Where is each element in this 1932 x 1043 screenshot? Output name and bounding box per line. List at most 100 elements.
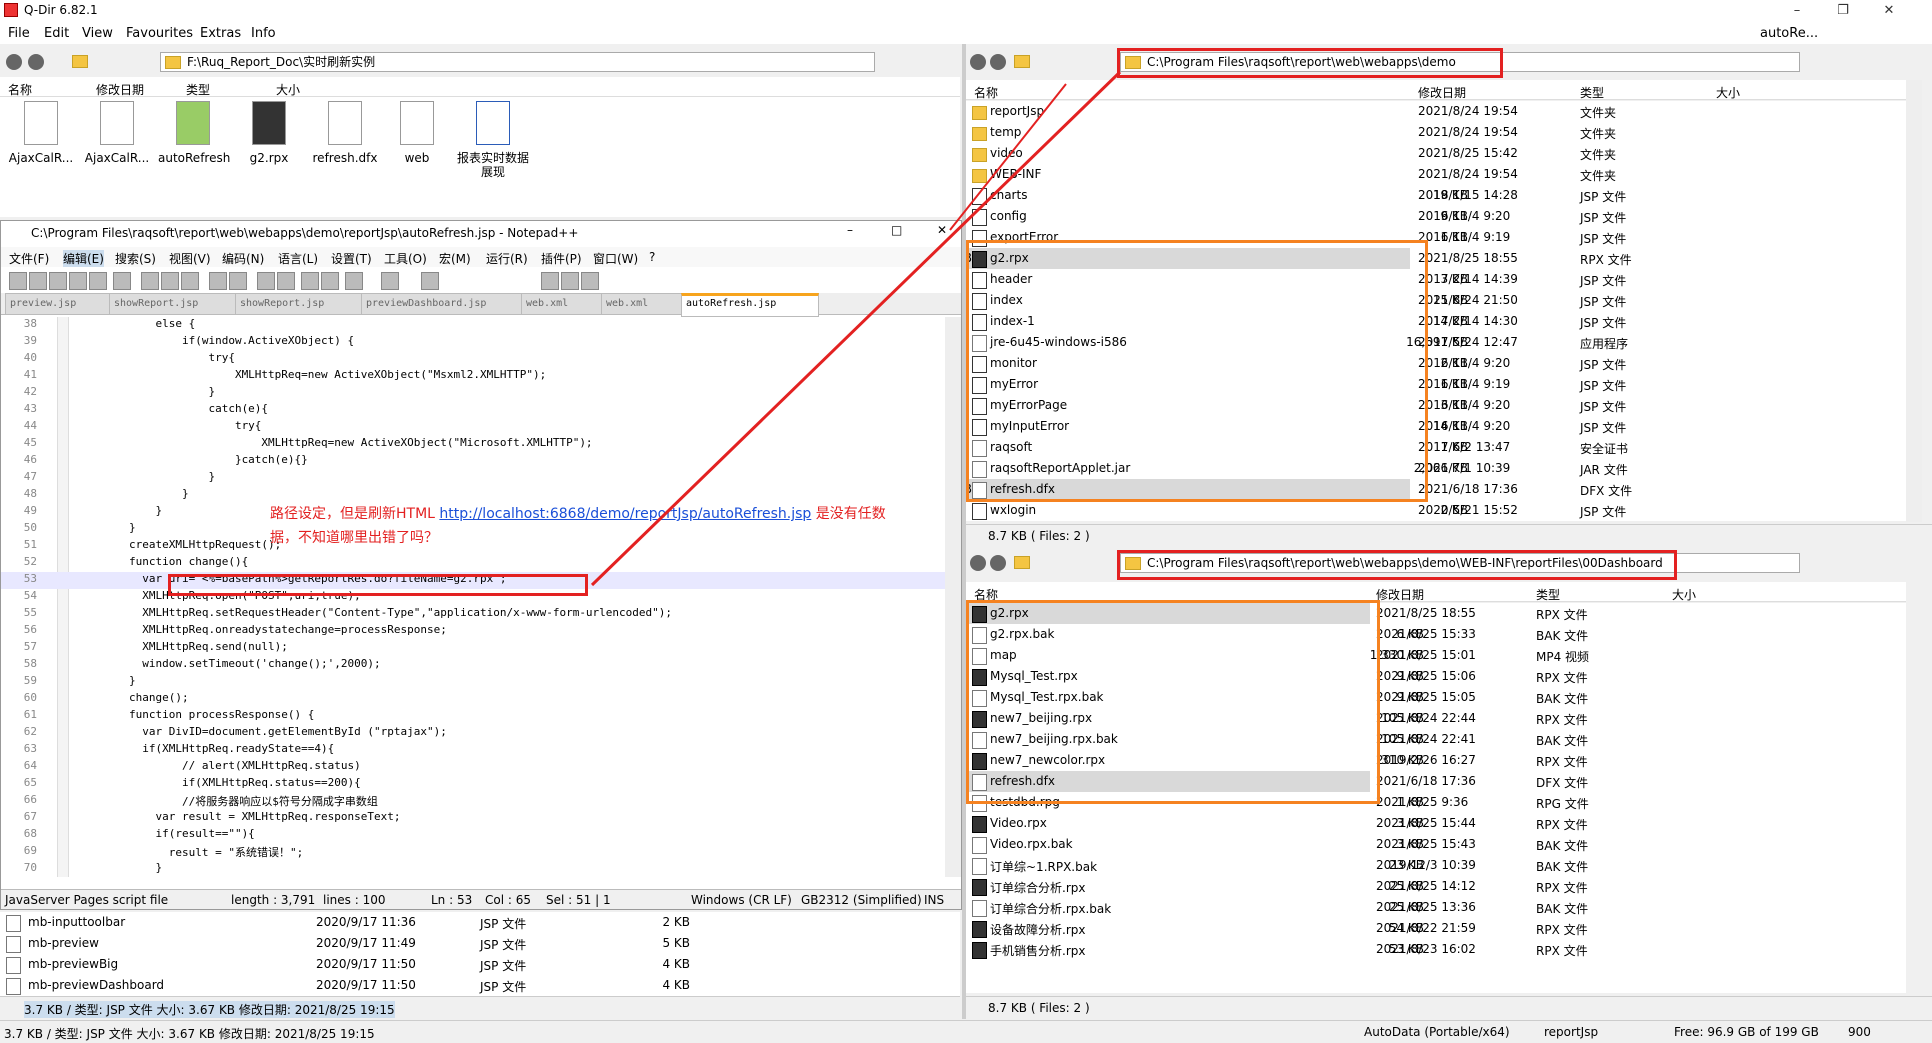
zoom-out-icon[interactable] (321, 272, 339, 290)
icon-item[interactable]: AjaxCalR... (82, 97, 152, 197)
code-line[interactable]: 39 if(window.ActiveXObject) { (1, 334, 945, 351)
col-name[interactable]: 名称 (8, 81, 32, 98)
np-menu[interactable]: 语言(L) (278, 250, 318, 267)
col-date[interactable]: 修改日期 (1376, 586, 1424, 603)
menu-file[interactable]: File (8, 26, 30, 41)
close-button[interactable]: ✕ (1866, 0, 1912, 22)
tab-showreport-2[interactable]: showReport.jsp (235, 293, 371, 315)
code-line[interactable]: 68 if(result==""){ (1, 827, 945, 844)
back-icon[interactable] (970, 54, 986, 70)
annotation-link[interactable]: http://localhost:6868/demo/reportJsp/aut… (439, 506, 811, 522)
tab-webxml-2[interactable]: web.xml (601, 293, 691, 315)
code-line[interactable]: 44 try{ (1, 419, 945, 436)
top-right-label[interactable]: autoRe... (1760, 26, 1818, 41)
code-line[interactable]: 46 }catch(e){} (1, 453, 945, 470)
icon-item[interactable]: AjaxCalR... (6, 97, 76, 197)
col-size[interactable]: 大小 (276, 81, 300, 98)
code-line[interactable]: 41 XMLHttpReq=new ActiveXObject("Msxml2.… (1, 368, 945, 385)
code-line[interactable]: 58 window.setTimeout('change();',2000); (1, 657, 945, 674)
col-type[interactable]: 类型 (186, 81, 210, 98)
np-menu[interactable]: ? (649, 250, 655, 264)
list-item[interactable]: WEB-INF 2021/8/24 19:54 文件夹 (966, 164, 1906, 185)
code-line[interactable]: 63 if(XMLHttpReq.readyState==4){ (1, 742, 945, 759)
save-all-icon[interactable] (69, 272, 87, 290)
list-item[interactable]: config 2016/11/4 9:20 JSP 文件 9 KB (966, 206, 1906, 227)
code-line[interactable]: 56 XMLHttpReq.onreadystatechange=process… (1, 623, 945, 640)
np-close-button[interactable]: ✕ (937, 223, 947, 237)
code-line[interactable]: 47 } (1, 470, 945, 487)
np-menu[interactable]: 运行(R) (486, 250, 528, 267)
np-menu[interactable]: 搜索(S) (115, 250, 156, 267)
code-line[interactable]: 57 XMLHttpReq.send(null); (1, 640, 945, 657)
code-line[interactable]: 43 catch(e){ (1, 402, 945, 419)
folder-up-icon[interactable] (1014, 55, 1030, 68)
icon-item[interactable]: web (382, 97, 452, 197)
np-menu[interactable]: 工具(O) (384, 250, 427, 267)
left-path-input[interactable]: F:\Ruq_Report_Doc\实时刷新实例 (160, 52, 875, 72)
list-item[interactable]: mb-previewDashboard 2020/9/17 11:50 JSP 文件… (0, 975, 960, 996)
code-line[interactable]: 69 result = "系统错误！"; (1, 844, 945, 861)
list-item[interactable]: Video.rpx.bak 2021/8/25 15:43 BAK 文件 3 KB (966, 834, 1906, 855)
code-line[interactable]: 52 function change(){ (1, 555, 945, 572)
np-menu[interactable]: 窗口(W) (593, 250, 638, 267)
np-maximize-button[interactable]: □ (891, 223, 902, 237)
tab-showreport[interactable]: showReport.jsp (109, 293, 245, 315)
col-type[interactable]: 类型 (1536, 586, 1560, 603)
list-item[interactable]: mb-preview 2020/9/17 11:49 JSP 文件 5 KB (0, 933, 960, 954)
undo-icon[interactable] (209, 272, 227, 290)
tab-preview[interactable]: preview.jsp (5, 293, 119, 315)
sync-icon[interactable] (345, 272, 363, 290)
icon-item[interactable]: autoRefresh (158, 97, 230, 197)
list-item[interactable]: mb-previewBig 2020/9/17 11:50 JSP 文件 4 KB (0, 954, 960, 975)
code-line[interactable]: 62 var DivID=document.getElementById ("r… (1, 725, 945, 742)
code-line[interactable]: 65 if(XMLHttpReq.status==200){ (1, 776, 945, 793)
right-top-scrollbar[interactable] (1906, 80, 1922, 522)
zoom-in-icon[interactable] (301, 272, 319, 290)
code-line[interactable]: 45 XMLHttpReq=new ActiveXObject("Microso… (1, 436, 945, 453)
play-icon[interactable] (581, 272, 599, 290)
code-line[interactable]: 59 } (1, 674, 945, 691)
replace-icon[interactable] (277, 272, 295, 290)
list-item[interactable]: reportJsp 2021/8/24 19:54 文件夹 (966, 101, 1906, 122)
restore-button[interactable]: ❐ (1820, 0, 1866, 22)
tab-autorefresh[interactable]: autoRefresh.jsp (681, 293, 819, 317)
np-menu[interactable]: 文件(F) (9, 250, 49, 267)
icon-item[interactable]: 报表实时数据展现 (456, 97, 530, 197)
icon-item[interactable]: refresh.dfx (310, 97, 380, 197)
menu-favourites[interactable]: Favourites (126, 26, 193, 41)
indent-icon[interactable] (421, 272, 439, 290)
code-line[interactable]: 61 function processResponse() { (1, 708, 945, 725)
list-item[interactable]: mb-inputtoolbar 2020/9/17 11:36 JSP 文件 2 KB (0, 912, 960, 933)
col-date[interactable]: 修改日期 (96, 81, 144, 98)
code-line[interactable]: 70 } (1, 861, 945, 877)
stop-icon[interactable] (561, 272, 579, 290)
cut-icon[interactable] (141, 272, 159, 290)
code-line[interactable]: 42 } (1, 385, 945, 402)
list-item[interactable]: charts 2018/1/15 14:28 JSP 文件 19 KB (966, 185, 1906, 206)
tab-previewdashboard[interactable]: previewDashboard.jsp (361, 293, 531, 315)
code-line[interactable]: 64 // alert(XMLHttpReq.status) (1, 759, 945, 776)
np-menu[interactable]: 宏(M) (439, 250, 471, 267)
code-line[interactable]: 60 change(); (1, 691, 945, 708)
np-menu[interactable]: 编辑(E) (63, 250, 104, 267)
forward-icon[interactable] (28, 54, 44, 70)
list-item[interactable]: temp 2021/8/24 19:54 文件夹 (966, 122, 1906, 143)
col-name[interactable]: 名称 (974, 84, 998, 101)
code-line[interactable]: 40 try{ (1, 351, 945, 368)
copy-icon[interactable] (161, 272, 179, 290)
list-item[interactable]: Video.rpx 2021/8/25 15:44 RPX 文件 3 KB (966, 813, 1906, 834)
code-line[interactable]: 66 //将服务器响应以$符号分隔成字串数组 (1, 793, 945, 810)
close-doc-icon[interactable] (89, 272, 107, 290)
folder-up-icon[interactable] (72, 55, 88, 68)
open-icon[interactable] (29, 272, 47, 290)
np-menu[interactable]: 设置(T) (331, 250, 372, 267)
back-icon[interactable] (6, 54, 22, 70)
record-icon[interactable] (541, 272, 559, 290)
list-item[interactable]: 订单综合分析.rpx 2021/8/25 14:12 RPX 文件 25 KB (966, 876, 1906, 897)
list-item[interactable]: 手机销售分析.rpx 2021/8/23 16:02 RPX 文件 53 KB (966, 939, 1906, 960)
np-menu[interactable]: 插件(P) (541, 250, 582, 267)
editor-scrollbar[interactable] (945, 317, 961, 877)
list-item[interactable]: 订单综~1.RPX.bak 2019/12/3 10:39 BAK 文件 23 KB (966, 855, 1906, 876)
back-icon[interactable] (970, 555, 986, 571)
folder-up-icon[interactable] (1014, 556, 1030, 569)
